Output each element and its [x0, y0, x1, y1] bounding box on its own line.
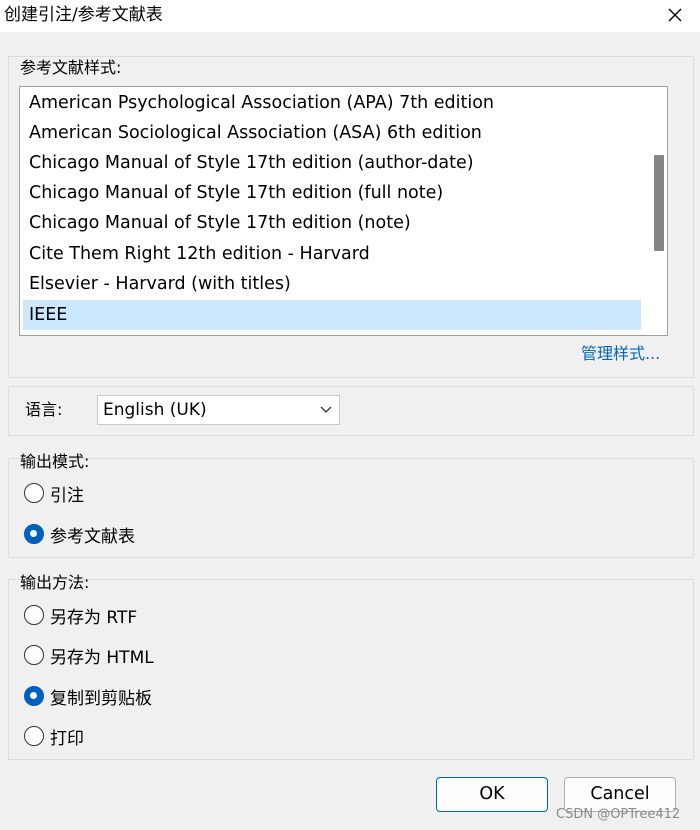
ok-button[interactable]: OK	[436, 777, 548, 812]
window-title: 创建引注/参考文献表	[4, 5, 163, 25]
radio-label: 打印	[50, 728, 84, 749]
close-icon	[668, 8, 682, 22]
radio-save-html[interactable]: 另存为 HTML	[24, 643, 154, 668]
radio-citation[interactable]: 引注	[24, 481, 84, 506]
radio-button-checked[interactable]	[24, 524, 44, 544]
style-list-item[interactable]: Cite Them Right 12th edition - Harvard	[23, 239, 641, 269]
output-method-label: 输出方法:	[20, 573, 90, 592]
style-listbox[interactable]: American Psychological Association (APA)…	[19, 86, 668, 336]
radio-button[interactable]	[24, 483, 44, 503]
style-list-item[interactable]: Chicago Manual of Style 17th edition (fu…	[23, 178, 641, 208]
radio-save-rtf[interactable]: 另存为 RTF	[24, 603, 138, 628]
radio-label: 参考文献表	[50, 526, 135, 547]
close-button[interactable]	[660, 1, 690, 29]
radio-label: 另存为 RTF	[50, 607, 138, 628]
radio-bibliography[interactable]: 参考文献表	[24, 522, 135, 547]
radio-button[interactable]	[24, 605, 44, 625]
scroll-thumb[interactable]	[654, 155, 664, 251]
radio-button-checked[interactable]	[24, 686, 44, 706]
style-list-item[interactable]: American Sociological Association (ASA) …	[23, 118, 641, 148]
watermark: CSDN @OPTree412	[556, 807, 681, 822]
language-label: 语言:	[25, 400, 63, 419]
output-mode-label: 输出模式:	[20, 452, 90, 471]
styles-group-label: 参考文献样式:	[20, 58, 122, 77]
radio-label: 复制到剪贴板	[50, 688, 152, 709]
radio-copy-clipboard[interactable]: 复制到剪贴板	[24, 684, 152, 709]
style-list-item[interactable]: Elsevier - Harvard (with titles)	[23, 269, 641, 299]
radio-label: 引注	[50, 485, 84, 506]
manage-styles-link[interactable]: 管理样式...	[581, 344, 660, 364]
style-list-item-selected[interactable]: IEEE	[23, 300, 641, 330]
style-list-item[interactable]: Chicago Manual of Style 17th edition (au…	[23, 148, 641, 178]
language-select-value: English (UK)	[103, 400, 207, 420]
style-list-item[interactable]: American Psychological Association (APA)…	[23, 88, 641, 118]
title-bar: 创建引注/参考文献表	[0, 0, 700, 32]
list-scrollbar[interactable]	[649, 87, 667, 335]
chevron-down-icon	[320, 406, 332, 413]
radio-button[interactable]	[24, 726, 44, 746]
radio-button[interactable]	[24, 645, 44, 665]
language-select[interactable]: English (UK)	[97, 395, 340, 425]
radio-print[interactable]: 打印	[24, 724, 84, 749]
style-list-item[interactable]: Chicago Manual of Style 17th edition (no…	[23, 208, 641, 238]
radio-label: 另存为 HTML	[50, 647, 154, 668]
